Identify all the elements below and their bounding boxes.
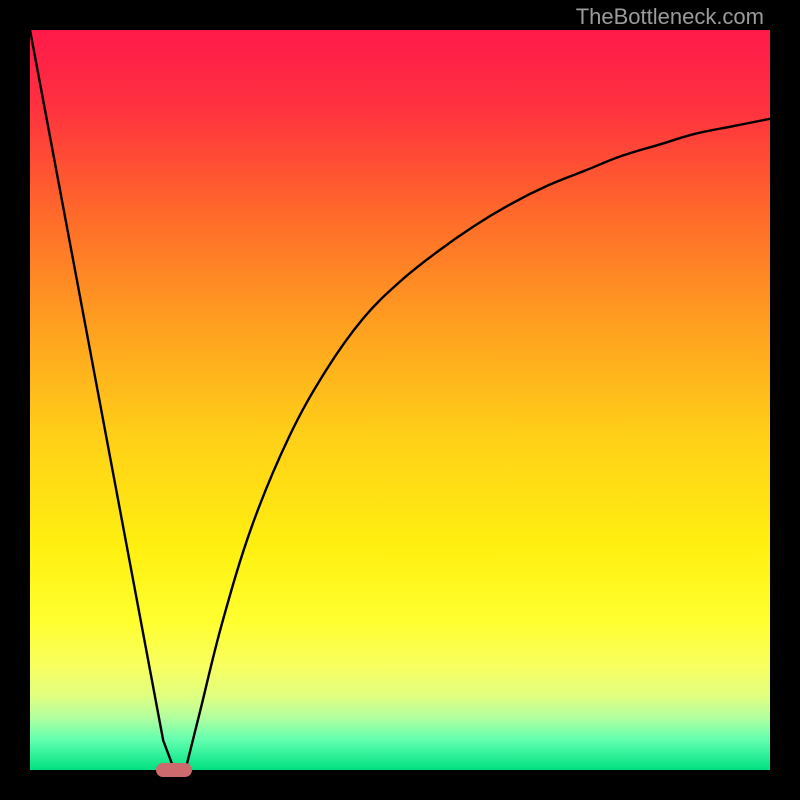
bottleneck-marker (156, 763, 192, 777)
watermark-text: TheBottleneck.com (576, 4, 764, 30)
bottleneck-curve (30, 30, 770, 770)
curve-svg (30, 30, 770, 770)
chart-container: TheBottleneck.com (0, 0, 800, 800)
plot-area (30, 30, 770, 770)
